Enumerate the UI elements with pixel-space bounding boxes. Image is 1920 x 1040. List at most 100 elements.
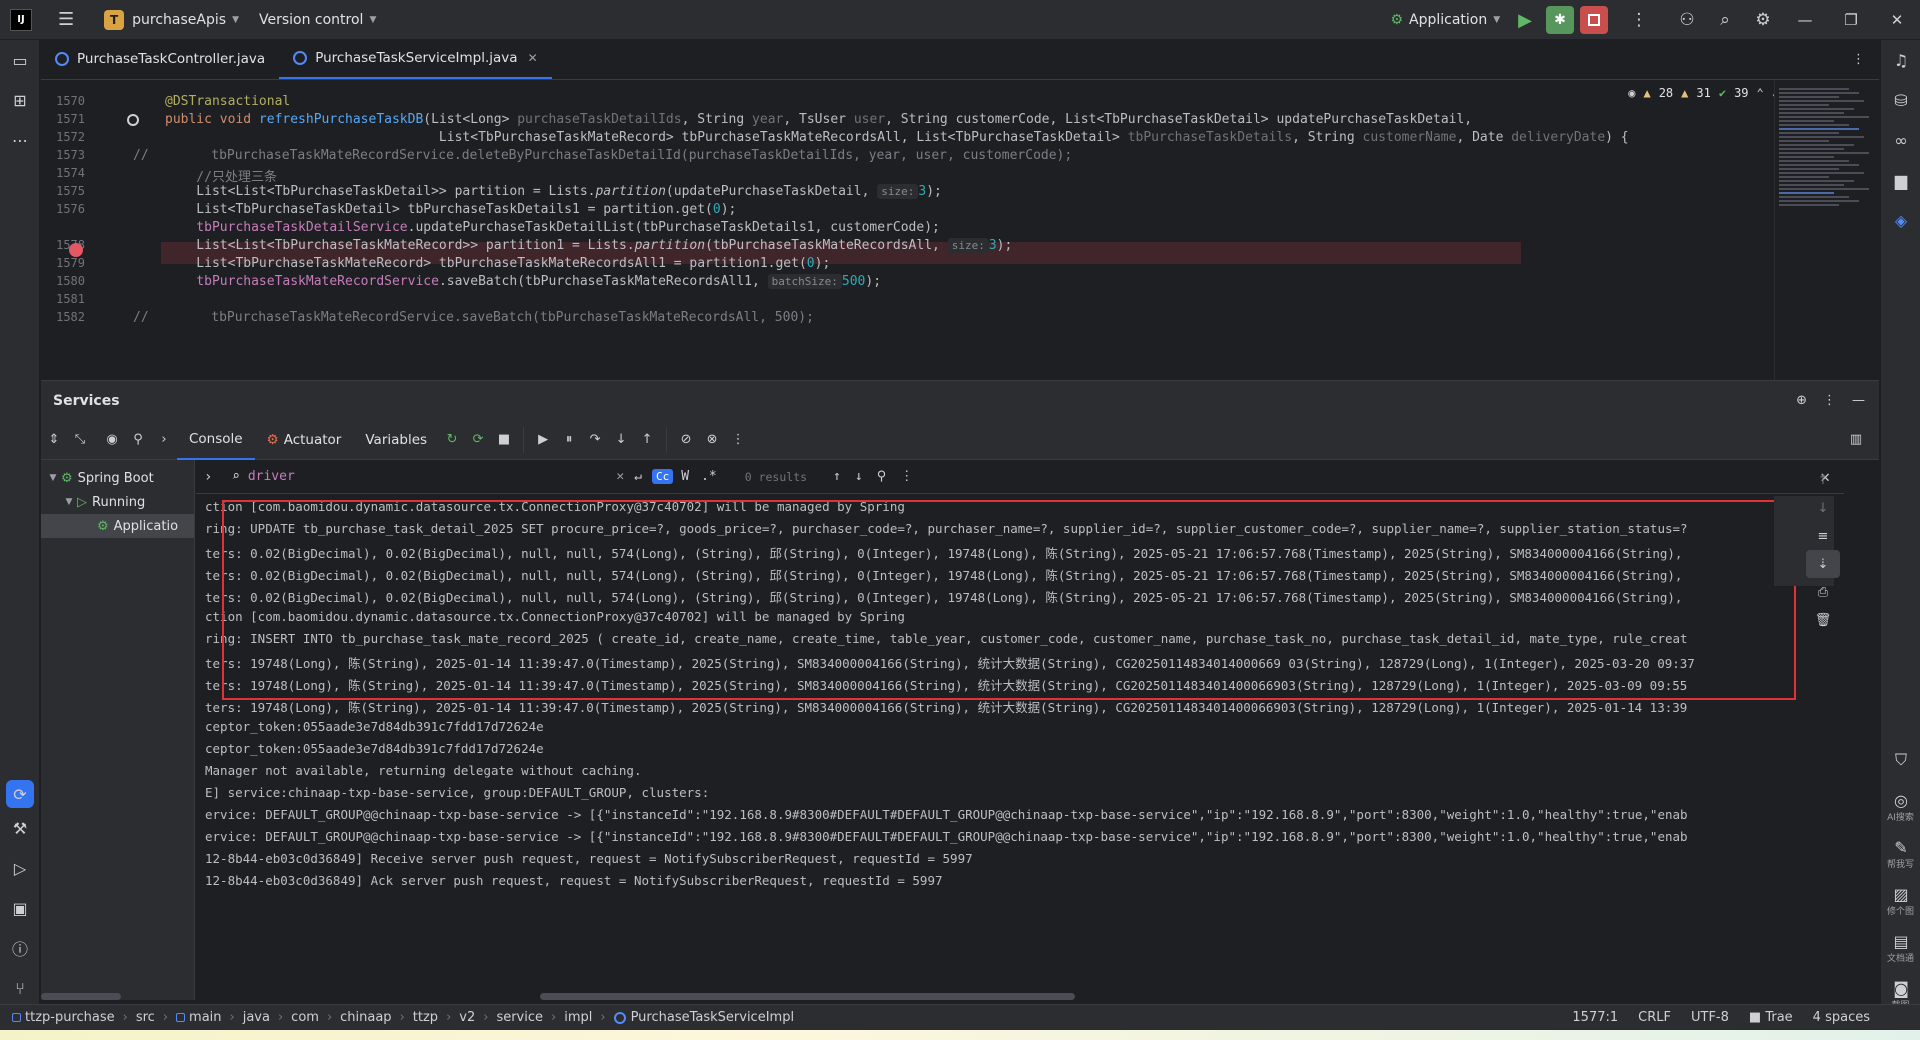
database-icon[interactable]: ⛁ [1881,80,1920,120]
pause-icon[interactable]: ⏸ [556,432,582,447]
run-tool-icon[interactable]: ▷ [0,848,40,888]
tab-variables[interactable]: Variables [353,420,439,460]
code-editor[interactable]: 1570 1571 1572 1573 1574 1575 1576 1577 … [41,80,1879,380]
services-tool-icon[interactable]: ⟳ [6,780,34,808]
chevron-down-icon[interactable]: ▼ [232,15,239,25]
tree-horizontal-scrollbar[interactable] [41,993,121,1000]
add-user-icon[interactable]: ⚇ [1668,0,1706,40]
project-name[interactable]: purchaseApis [132,12,226,28]
notifications-bell-icon[interactable]: ♫ [1881,40,1920,80]
more-icon[interactable]: ⋮ [725,432,751,447]
tab-purchase-task-service-impl[interactable]: PurchaseTaskServiceImpl.java ✕ [279,39,552,79]
line-separator[interactable]: CRLF [1638,1010,1671,1025]
show-icon[interactable]: ◉ [99,432,125,447]
restart-debug-icon[interactable]: ⟳ [465,432,491,447]
chevron-up-icon[interactable]: ⌃ [1757,86,1764,100]
step-into-icon[interactable]: ↓ [608,432,634,447]
ai-assistant-icon[interactable]: ∞ [1881,120,1920,160]
main-menu-icon[interactable]: ☰ [58,9,74,30]
plugin-icon[interactable]: ◈ [1881,200,1920,240]
view-breakpoints-icon[interactable]: ⊘ [673,432,699,447]
ide-logo-icon[interactable]: IJ [10,8,32,31]
chevron-down-icon[interactable]: ▼ [369,15,376,25]
expand-all-icon[interactable]: ⇕ [41,432,67,447]
version-control-menu[interactable]: Version control [259,12,363,28]
collapse-all-icon[interactable]: ⤡ [67,432,93,447]
breadcrumb-item[interactable]: src [136,1010,155,1025]
breadcrumb-item[interactable]: chinaap [340,1010,391,1025]
resume-icon[interactable]: ▶ [530,432,556,447]
more-tools-icon[interactable]: ⋯ [0,120,40,160]
filter-icon[interactable]: ⚲ [877,469,887,484]
search-input[interactable]: driver [248,469,295,484]
console-output[interactable]: › ⌕ driver ✕ ↵ Cc W .* 0 results ↑ ↓ ⚲ ⋮… [196,460,1844,1000]
project-badge[interactable]: T [104,9,125,30]
breadcrumb-item[interactable]: main [189,1010,221,1025]
breadcrumb-item[interactable]: com [291,1010,319,1025]
run-configuration-selector[interactable]: ⚙ Application ▼ [1390,12,1500,28]
clear-all-trash-icon[interactable]: 🗑 [1806,606,1840,634]
scroll-to-end-icon[interactable]: ⇣ [1806,550,1840,578]
settings-gear-icon[interactable]: ⚙ [1744,0,1782,40]
clear-search-icon[interactable]: ✕ [616,469,624,484]
close-window-button[interactable]: ✕ [1874,0,1920,40]
scroll-up-icon[interactable]: ↑ [1806,466,1840,494]
debug-button[interactable]: ✱ [1546,6,1574,34]
tab-console[interactable]: Console [177,420,255,460]
restore-window-button[interactable]: ❐ [1828,0,1874,40]
minimize-window-button[interactable]: — [1782,0,1828,40]
new-line-icon[interactable]: ↵ [634,469,642,484]
mute-breakpoints-icon[interactable]: ⊗ [699,432,725,447]
breadcrumb-item[interactable]: v2 [459,1010,475,1025]
previous-occurrence-icon[interactable]: ↑ [833,469,841,484]
stop-button[interactable] [1580,6,1608,34]
breadcrumb-item[interactable]: ttzp [413,1010,438,1025]
tree-item-running[interactable]: ▼ ▷ Running [41,490,194,514]
search-icon[interactable]: ⌕ [1706,0,1744,40]
match-case-toggle[interactable]: Cc [652,469,674,484]
chevron-right-icon[interactable]: › [151,432,177,447]
expand-arrow-icon[interactable]: ▼ [61,497,77,507]
build-hammer-icon[interactable]: ⚒ [0,808,40,848]
options-icon[interactable]: ⋮ [1823,393,1836,408]
console-horizontal-scrollbar[interactable] [540,993,1075,1000]
breadcrumb-item[interactable]: impl [564,1010,592,1025]
git-branch-icon[interactable]: ⑂ [0,968,40,1008]
breadcrumb-item[interactable]: java [243,1010,270,1025]
reader-mode-icon[interactable]: ◉ [1628,86,1635,100]
tab-options-icon[interactable]: ⋮ [1852,52,1865,67]
next-occurrence-icon[interactable]: ↓ [855,469,863,484]
step-out-icon[interactable]: ↑ [634,432,660,447]
breadcrumb-item[interactable]: service [496,1010,543,1025]
rerun-icon[interactable]: ↻ [439,432,465,447]
layout-icon[interactable]: ▥ [1843,432,1869,447]
inspection-widget[interactable]: ◉ ▲28 ▲31 ✔39 ⌃ ⌄ [1628,86,1779,100]
expand-arrow-icon[interactable]: ▼ [45,473,61,483]
hide-panel-icon[interactable]: — [1852,393,1865,408]
add-service-icon[interactable]: ⊕ [1796,393,1807,408]
tab-purchase-task-controller[interactable]: PurchaseTaskController.java [41,39,279,79]
shield-icon[interactable]: ⛉ [1881,740,1920,780]
step-over-icon[interactable]: ↷ [582,432,608,447]
close-tab-icon[interactable]: ✕ [528,51,538,65]
more-options-icon[interactable]: ⋮ [900,469,913,484]
soft-wrap-icon[interactable]: ≡ [1806,522,1840,550]
bookmarks-icon[interactable]: ▆ [1881,160,1920,200]
filter-icon[interactable]: ⚲ [125,432,151,447]
regex-toggle[interactable]: .* [701,469,717,484]
structure-icon[interactable]: ⊞ [0,80,40,120]
breakpoint-icon[interactable] [69,243,83,257]
caret-position[interactable]: 1577:1 [1572,1010,1618,1025]
project-folder-icon[interactable]: ▭ [0,40,40,80]
code-minimap[interactable] [1774,80,1879,380]
file-encoding[interactable]: UTF-8 [1691,1010,1729,1025]
indent-setting[interactable]: 4 spaces [1813,1010,1870,1025]
implements-marker-icon[interactable] [127,114,139,126]
whole-words-toggle[interactable]: W [681,469,689,484]
trae-plugin-status[interactable]: ■ Trae [1749,1010,1793,1025]
scroll-down-icon[interactable]: ↓ [1806,494,1840,522]
stop-icon[interactable]: ■ [491,432,517,447]
problems-icon[interactable]: ⓘ [0,928,40,968]
tree-item-spring-boot[interactable]: ▼ ⚙ Spring Boot [41,466,194,490]
chevron-right-icon[interactable]: › [204,469,212,485]
